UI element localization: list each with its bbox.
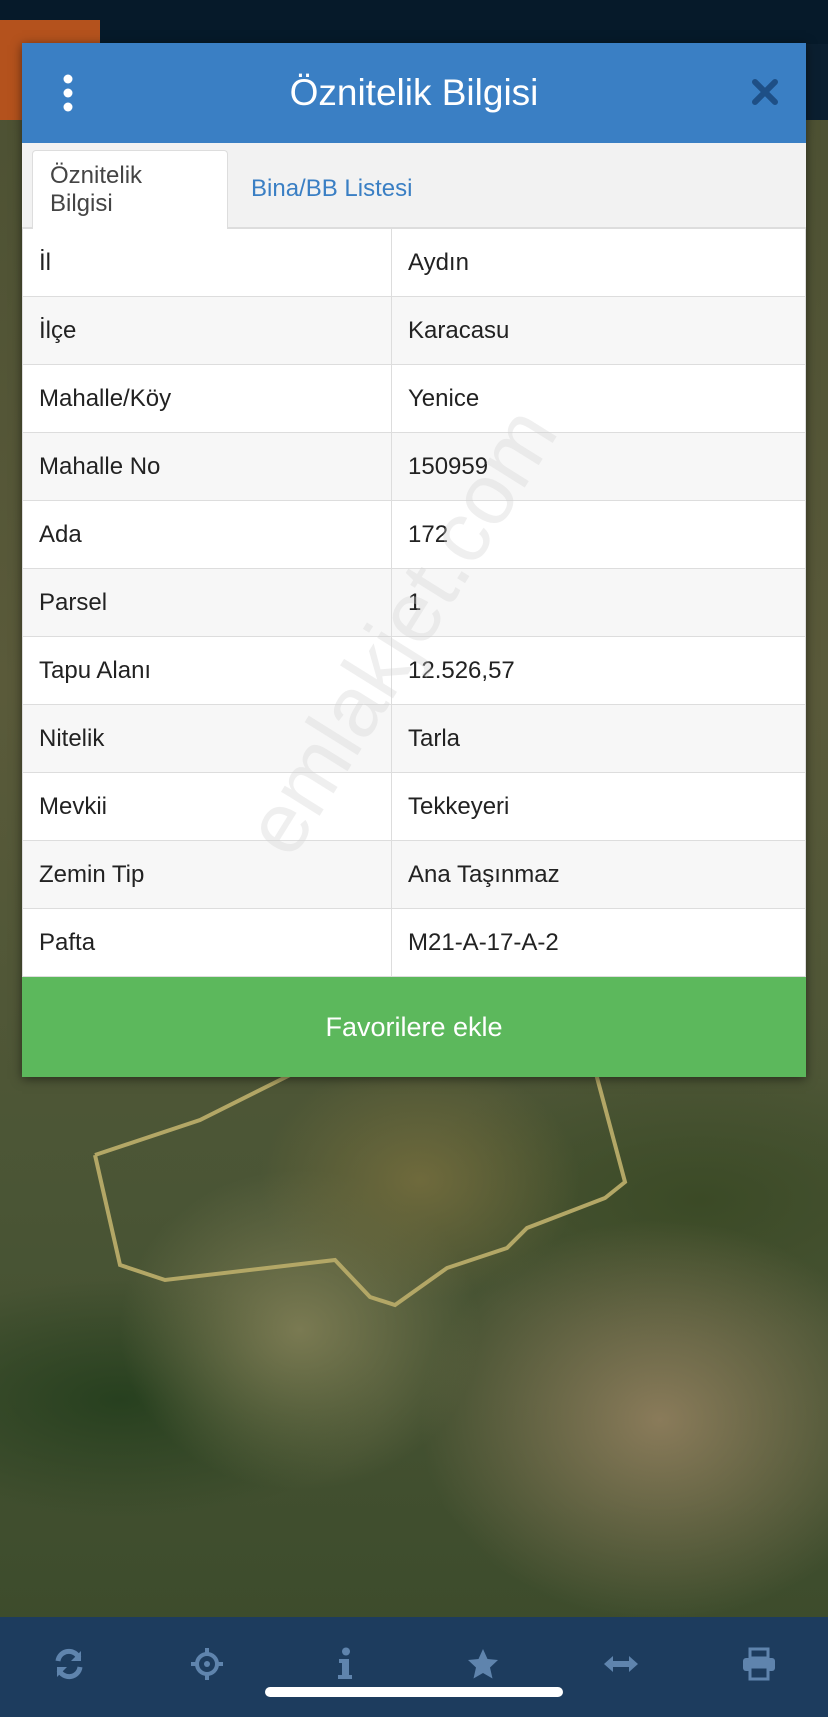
attribute-value: Yenice: [391, 364, 806, 433]
attribute-key: Parsel: [22, 568, 392, 637]
attribute-value: Aydın: [391, 228, 806, 297]
favorites-button[interactable]: [448, 1643, 518, 1685]
attribute-info-dialog: Öznitelik Bilgisi Öznitelik Bilgisi Bina…: [22, 43, 806, 1077]
print-button[interactable]: [724, 1643, 794, 1685]
dialog-header: Öznitelik Bilgisi: [22, 43, 806, 143]
attribute-key: Ada: [22, 500, 392, 569]
attribute-value: 12.526,57: [391, 636, 806, 705]
add-to-favorites-button[interactable]: Favorilere ekle: [22, 977, 806, 1077]
table-row: Nitelik Tarla: [22, 704, 806, 773]
attribute-key: Mahalle/Köy: [22, 364, 392, 433]
attribute-key: İl: [22, 228, 392, 297]
locate-button[interactable]: [172, 1643, 242, 1685]
star-icon: [468, 1649, 498, 1679]
attribute-value: Ana Taşınmaz: [391, 840, 806, 909]
dialog-title: Öznitelik Bilgisi: [289, 72, 539, 113]
measure-arrows-icon: [604, 1656, 638, 1672]
table-row: Mahalle No 150959: [22, 432, 806, 501]
table-row: Ada 172: [22, 500, 806, 569]
attribute-key: Tapu Alanı: [22, 636, 392, 705]
attribute-key: Pafta: [22, 908, 392, 977]
attribute-value: 150959: [391, 432, 806, 501]
measure-button[interactable]: [586, 1643, 656, 1685]
table-row: Zemin Tip Ana Taşınmaz: [22, 840, 806, 909]
attribute-value: Tekkeyeri: [391, 772, 806, 841]
home-indicator[interactable]: [265, 1687, 563, 1697]
more-vertical-icon[interactable]: [62, 73, 74, 113]
attribute-value: 172: [391, 500, 806, 569]
info-button[interactable]: [310, 1643, 380, 1685]
table-row: Mahalle/Köy Yenice: [22, 364, 806, 433]
attribute-value: Tarla: [391, 704, 806, 773]
table-row: Mevkii Tekkeyeri: [22, 772, 806, 841]
table-row: İlçe Karacasu: [22, 296, 806, 365]
info-icon: [338, 1647, 352, 1679]
attribute-key: Mevkii: [22, 772, 392, 841]
refresh-icon: [55, 1648, 83, 1680]
table-row: Parsel 1: [22, 568, 806, 637]
attribute-key: Nitelik: [22, 704, 392, 773]
attribute-key: İlçe: [22, 296, 392, 365]
table-row: Pafta M21-A-17-A-2: [22, 908, 806, 977]
attribute-value: M21-A-17-A-2: [391, 908, 806, 977]
attribute-value: 1: [391, 568, 806, 637]
attribute-table: İl Aydın İlçe Karacasu Mahalle/Köy Yenice M…: [22, 228, 806, 977]
attribute-key: Zemin Tip: [22, 840, 392, 909]
tab-bar: Öznitelik Bilgisi Bina/BB Listesi: [22, 143, 806, 229]
tab-attribute-info[interactable]: Öznitelik Bilgisi: [32, 150, 228, 229]
attribute-value: Karacasu: [391, 296, 806, 365]
bottom-toolbar: [0, 1617, 828, 1717]
locate-crosshair-icon: [191, 1648, 223, 1680]
table-row: Tapu Alanı 12.526,57: [22, 636, 806, 705]
close-icon[interactable]: [750, 77, 780, 107]
print-icon: [743, 1647, 775, 1681]
attribute-key: Mahalle No: [22, 432, 392, 501]
refresh-button[interactable]: [34, 1643, 104, 1685]
table-row: İl Aydın: [22, 228, 806, 297]
tab-building-list[interactable]: Bina/BB Listesi: [251, 150, 412, 228]
